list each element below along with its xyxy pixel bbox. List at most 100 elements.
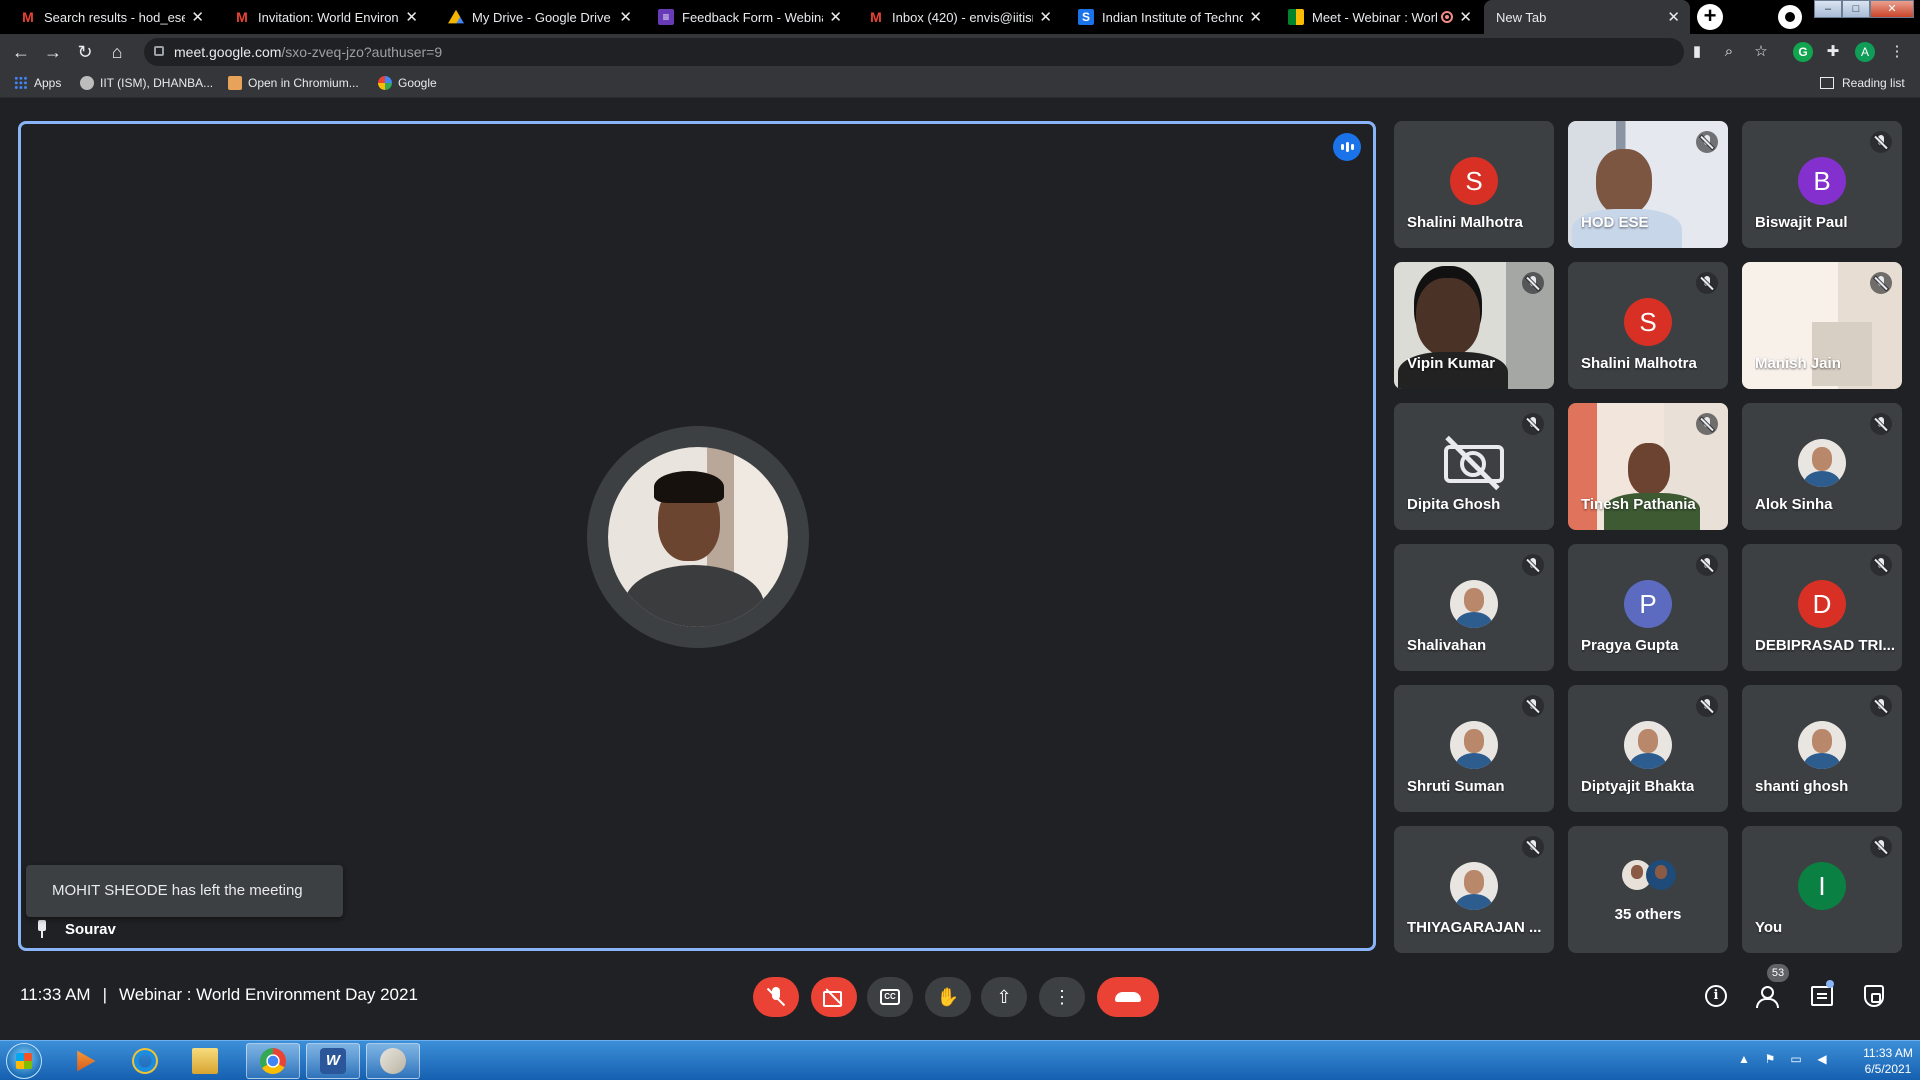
tray-expand-icon[interactable]: ▲ <box>1736 1051 1752 1067</box>
close-tab-icon[interactable]: ✕ <box>619 8 632 26</box>
chat-notification-dot <box>1826 980 1834 988</box>
new-tab-button[interactable]: + <box>1697 4 1723 30</box>
action-center-flag-icon[interactable]: ⚑ <box>1762 1051 1778 1067</box>
tab-inbox[interactable]: M Inbox (420) - envis@iitism.a ✕ <box>856 0 1062 34</box>
participant-name: DEBIPRASAD TRI... <box>1755 637 1896 654</box>
forward-icon[interactable]: → <box>42 41 64 63</box>
participant-tile[interactable]: Shalivahan <box>1394 544 1554 671</box>
participant-tile[interactable]: Vipin Kumar <box>1394 262 1554 389</box>
leave-call-button[interactable] <box>1097 977 1159 1017</box>
minimize-icon[interactable]: – <box>1814 0 1842 18</box>
participant-photo-avatar <box>1798 721 1846 769</box>
raise-hand-button[interactable]: ✋ <box>925 977 971 1017</box>
microphone-off-button[interactable] <box>753 977 799 1017</box>
participant-tile[interactable]: B Biswajit Paul <box>1742 121 1902 248</box>
bookmark-apps[interactable]: Apps <box>14 76 61 90</box>
present-now-button[interactable]: ⇧ <box>981 977 1027 1017</box>
participant-photo-avatar <box>1798 439 1846 487</box>
mic-muted-icon <box>1696 131 1718 153</box>
google-drive-icon <box>448 9 464 24</box>
participant-tile[interactable]: Dipita Ghosh <box>1394 403 1554 530</box>
tab-title: New Tab <box>1496 9 1547 25</box>
reload-icon[interactable]: ↻ <box>74 41 96 63</box>
close-tab-icon[interactable]: ✕ <box>1667 8 1680 26</box>
back-icon[interactable]: ← <box>10 41 32 63</box>
bookmark-page-icon <box>228 76 242 90</box>
taskbar-paint[interactable] <box>366 1043 420 1079</box>
participant-name: Alok Sinha <box>1755 496 1833 513</box>
account-avatar[interactable]: A <box>1855 42 1875 62</box>
close-tab-icon[interactable]: ✕ <box>1459 8 1472 26</box>
close-tab-icon[interactable]: ✕ <box>1249 8 1262 26</box>
close-tab-icon[interactable]: ✕ <box>405 8 418 26</box>
reading-list-button[interactable]: Reading list <box>1820 76 1905 90</box>
tab-feedback-form[interactable]: ≡ Feedback Form - Webinar c ✕ <box>646 0 852 34</box>
bookmark-open-in-chromium[interactable]: Open in Chromium... <box>228 76 359 90</box>
participant-photo-avatar <box>1450 721 1498 769</box>
zoom-icon[interactable]: ⌕ <box>1720 43 1738 61</box>
close-window-icon[interactable]: ✕ <box>1870 0 1914 18</box>
participants-count-badge: 53 <box>1767 964 1789 982</box>
more-options-button[interactable]: ⋮ <box>1039 977 1085 1017</box>
participant-tile[interactable]: Manish Jain <box>1742 262 1902 389</box>
participant-name: shanti ghosh <box>1755 778 1849 795</box>
participant-tile[interactable]: D DEBIPRASAD TRI... <box>1742 544 1902 671</box>
windows-taskbar: W ▲ ⚑ ▭ ◀ 11:33 AM 6/5/2021 <box>0 1040 1920 1080</box>
participant-tile[interactable]: Diptyajit Bhakta <box>1568 685 1728 812</box>
close-tab-icon[interactable]: ✕ <box>829 8 842 26</box>
maximize-icon[interactable]: □ <box>1842 0 1870 18</box>
tab-iit[interactable]: S Indian Institute of Technolo ✕ <box>1066 0 1272 34</box>
camera-off-icon <box>1440 433 1508 491</box>
pinned-participant: Sourav <box>35 920 116 938</box>
captions-button[interactable]: CC <box>867 977 913 1017</box>
taskbar-internet-explorer[interactable] <box>118 1043 172 1079</box>
bookmark-star-icon[interactable]: ☆ <box>1752 43 1770 61</box>
close-tab-icon[interactable]: ✕ <box>191 8 204 26</box>
home-icon[interactable]: ⌂ <box>106 41 128 63</box>
volume-icon[interactable]: ◀ <box>1814 1051 1830 1067</box>
chrome-menu-icon[interactable]: ⋮ <box>1888 43 1906 61</box>
bookmark-google[interactable]: Google <box>378 76 437 90</box>
camera-off-button[interactable] <box>811 977 857 1017</box>
participant-tile[interactable]: 35 others <box>1568 826 1728 953</box>
address-bar[interactable]: meet.google.com/sxo-zveq-jzo?authuser=9 <box>144 38 1684 66</box>
participant-tile[interactable]: Alok Sinha <box>1742 403 1902 530</box>
meeting-details-button[interactable]: i <box>1702 982 1730 1010</box>
camera-in-use-icon[interactable]: ▮ <box>1688 43 1706 61</box>
system-clock[interactable]: 11:33 AM 6/5/2021 <box>1860 1045 1916 1077</box>
participants-button[interactable] <box>1754 982 1782 1010</box>
main-speaker-stage[interactable]: Sourav <box>18 121 1376 951</box>
extensions-puzzle-icon[interactable]: ✚ <box>1824 43 1842 61</box>
tab-new-tab[interactable]: New Tab ✕ <box>1484 0 1690 34</box>
bookmark-label: Apps <box>34 76 62 90</box>
participant-tile[interactable]: S Shalini Malhotra <box>1394 121 1554 248</box>
participant-tile[interactable]: Tinesh Pathania <box>1568 403 1728 530</box>
participant-tile[interactable]: HOD ESE <box>1568 121 1728 248</box>
taskbar-chrome[interactable] <box>246 1043 300 1079</box>
host-controls-button[interactable] <box>1860 982 1888 1010</box>
tab-invitation[interactable]: M Invitation: World Environme ✕ <box>222 0 428 34</box>
tab-meet-webinar[interactable]: Meet - Webinar : Worl ✕ <box>1276 0 1482 34</box>
bookmark-label: IIT (ISM), DHANBA... <box>100 76 214 90</box>
participant-tile[interactable]: Shruti Suman <box>1394 685 1554 812</box>
participant-tile[interactable]: S Shalini Malhotra <box>1568 262 1728 389</box>
bookmark-iit-ism[interactable]: IIT (ISM), DHANBA... <box>80 76 213 90</box>
tab-google-drive[interactable]: My Drive - Google Drive ✕ <box>436 0 642 34</box>
start-button[interactable] <box>6 1043 42 1079</box>
meeting-title: Webinar : World Environment Day 2021 <box>119 985 418 1004</box>
participant-tile[interactable]: shanti ghosh <box>1742 685 1902 812</box>
profile-icon[interactable] <box>1778 5 1802 29</box>
hang-up-icon <box>1115 992 1141 1002</box>
taskbar-file-explorer[interactable] <box>178 1043 232 1079</box>
taskbar-word[interactable]: W <box>306 1043 360 1079</box>
participant-tile[interactable]: I You <box>1742 826 1902 953</box>
close-tab-icon[interactable]: ✕ <box>1039 8 1052 26</box>
tab-search-results[interactable]: M Search results - hod_ese@ii ✕ <box>8 0 214 34</box>
participant-tile[interactable]: P Pragya Gupta <box>1568 544 1728 671</box>
taskbar-media-player[interactable] <box>58 1043 112 1079</box>
pin-icon[interactable] <box>35 920 49 938</box>
participant-tile[interactable]: THIYAGARAJAN ... <box>1394 826 1554 953</box>
network-icon[interactable]: ▭ <box>1788 1051 1804 1067</box>
extension-grammarly-icon[interactable]: G <box>1793 42 1813 62</box>
mic-muted-icon <box>1696 695 1718 717</box>
